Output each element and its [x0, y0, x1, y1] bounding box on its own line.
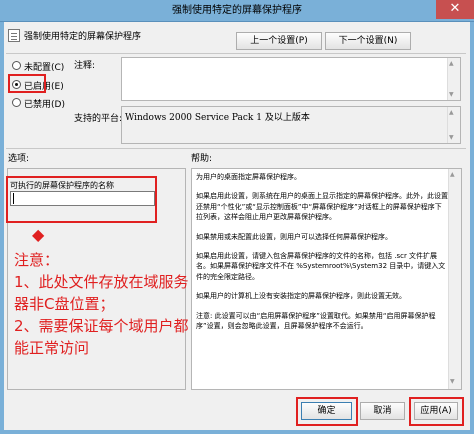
apply-highlight-box [409, 397, 464, 426]
window-title: 强制使用特定的屏幕保护程序 [172, 5, 302, 16]
scroll-up-icon[interactable]: ▲ [449, 60, 454, 67]
window-frame-left [0, 22, 4, 434]
window-frame-bottom [0, 430, 474, 434]
help-scrollbar[interactable] [448, 169, 461, 389]
divider [6, 53, 466, 54]
platform-label: 支持的平台: [74, 114, 123, 124]
close-button[interactable]: ✕ [436, 0, 474, 19]
help-paragraph: 如果禁用或未配置此设置，则用户可以选择任何屏幕保护程序。 [196, 232, 392, 241]
scroll-down-icon[interactable]: ▼ [449, 91, 454, 98]
help-paragraph: 为用户的桌面指定屏幕保护程序。 [196, 173, 301, 181]
scroll-down-icon[interactable]: ▼ [449, 134, 454, 141]
window-frame-right [470, 22, 474, 434]
help-paragraph: 如果启用此设置，则系统在用户的桌面上显示指定的屏幕保护程序。此外，此设置还禁用“… [196, 192, 448, 222]
arrow-icon: ◆ [32, 225, 45, 244]
policy-name: 强制使用特定的屏幕保护程序 [24, 32, 142, 42]
divider [6, 148, 466, 149]
scroll-up-icon[interactable]: ▲ [449, 109, 454, 116]
help-paragraph: 如果用户的计算机上没有安装指定的屏幕保护程序，则此设置无效。 [196, 292, 406, 301]
radio-not-configured-label[interactable]: 未配置(C) [24, 60, 64, 73]
help-label: 帮助: [191, 154, 213, 164]
comment-label: 注释: [74, 61, 96, 71]
scroll-up-icon[interactable]: ▲ [450, 171, 455, 178]
radio-not-configured[interactable] [12, 61, 21, 70]
policy-icon [8, 29, 20, 42]
radio-disabled-label[interactable]: 已禁用(D) [24, 97, 65, 110]
annotation-line: 能正常访问 [14, 339, 90, 357]
enabled-highlight-box [8, 74, 46, 93]
annotation-line: 注意： [14, 251, 60, 269]
platform-value: Windows 2000 Service Pack 1 及以上版本 [125, 113, 310, 123]
previous-setting-button[interactable]: 上一个设置(P) [236, 32, 322, 50]
close-icon: ✕ [449, 1, 461, 16]
cancel-button[interactable]: 取消 [360, 402, 405, 420]
annotation-line: 2、需要保证每个域用户都 [14, 317, 189, 335]
next-setting-button[interactable]: 下一个设置(N) [325, 32, 411, 50]
radio-disabled[interactable] [12, 98, 21, 107]
help-text: 为用户的桌面指定屏幕保护程序。 如果启用此设置，则系统在用户的桌面上显示指定的屏… [196, 172, 448, 340]
ok-highlight-box [296, 397, 358, 426]
help-paragraph: 如果启用此设置，请键入包含屏幕保护程序的文件的名称，包括 .scr 文件扩展名。… [196, 252, 446, 281]
options-highlight-box [6, 176, 157, 223]
options-label: 选项: [8, 154, 30, 164]
annotation-line: 器非C盘位置； [14, 295, 115, 313]
help-paragraph: 注意: 此设置可以由“启用屏幕保护程序”设置取代。如果禁用“启用屏幕保护程序”设… [196, 311, 436, 331]
comment-textarea[interactable] [121, 57, 461, 101]
annotation-line: 1、此处文件存放在域服务 [14, 273, 189, 291]
scroll-down-icon[interactable]: ▼ [450, 378, 455, 385]
annotation-note: 注意： 1、此处文件存放在域服务 器非C盘位置； 2、需要保证每个域用户都 能正… [14, 249, 189, 359]
